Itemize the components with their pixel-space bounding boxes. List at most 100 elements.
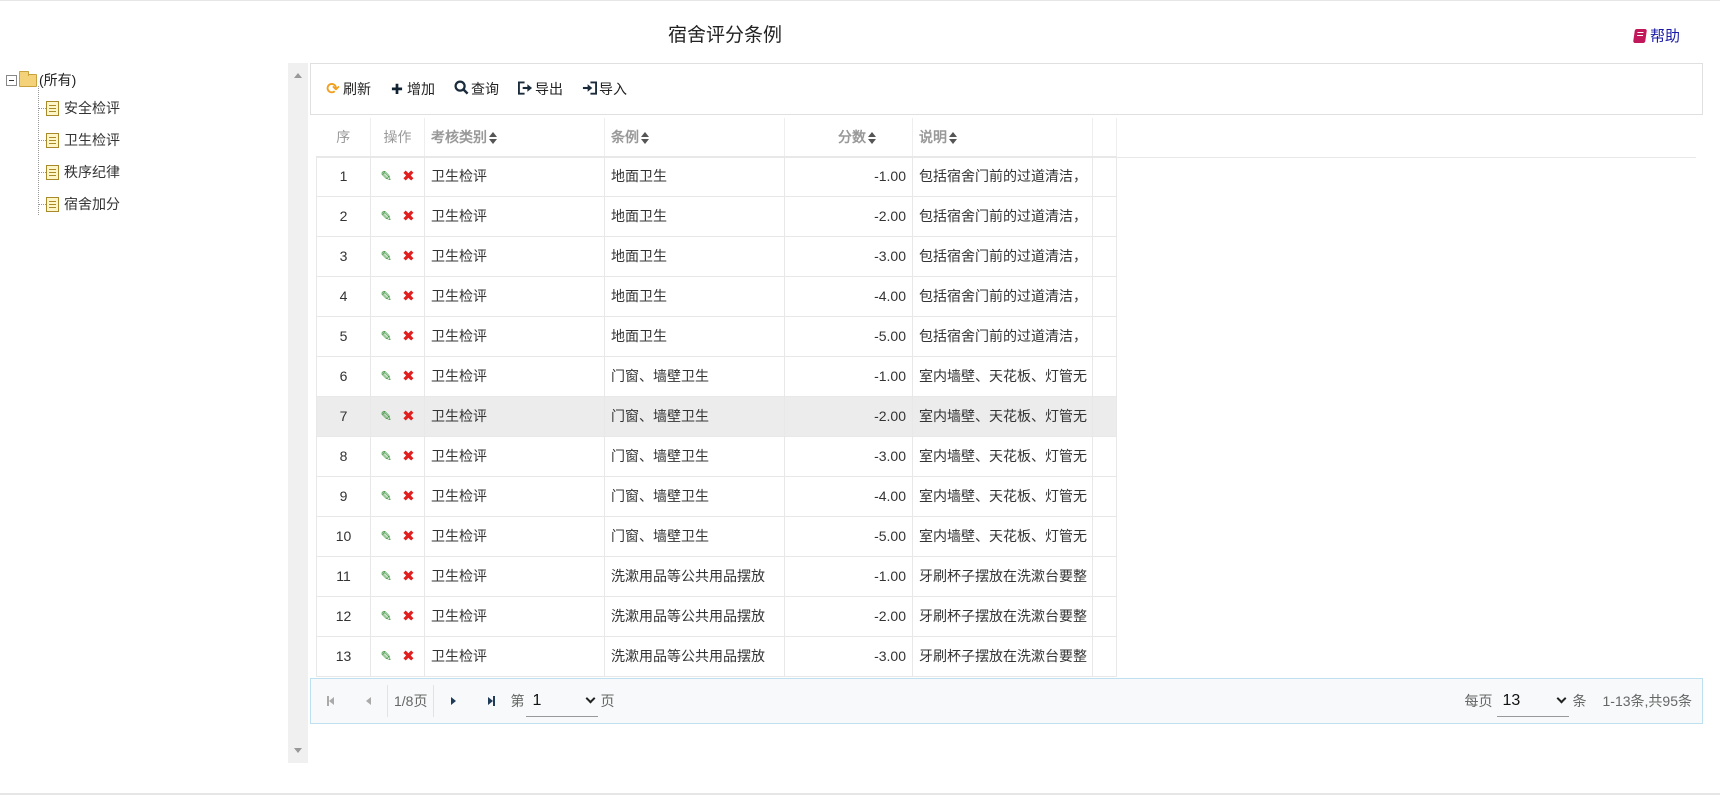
edit-pencil-icon[interactable]: ✎ <box>380 528 392 545</box>
edit-pencil-icon[interactable]: ✎ <box>380 488 392 505</box>
delete-x-icon[interactable]: ✖ <box>402 287 415 305</box>
table-row[interactable]: 13 ✎ ✖ 卫生检评 洗漱用品等公共用品摆放 -3.00 牙刷杯子摆放在洗漱台要整 <box>316 635 1117 677</box>
cell-actions: ✎ ✖ <box>370 515 425 557</box>
edit-pencil-icon[interactable]: ✎ <box>380 408 392 425</box>
cell-rule: 洗漱用品等公共用品摆放 <box>604 635 785 677</box>
tree-item-discipline[interactable]: 秩序纪律 <box>32 156 286 188</box>
tree-item-label: 秩序纪律 <box>64 164 120 180</box>
delete-x-icon[interactable]: ✖ <box>402 207 415 225</box>
tree-item-label: 宿舍加分 <box>64 196 120 212</box>
add-button[interactable]: ✚ 增加 <box>389 79 435 99</box>
scroll-down-arrow-icon[interactable] <box>294 748 302 753</box>
query-button[interactable]: 查询 <box>453 79 499 99</box>
cell-description: 室内墙壁、天花板、灯管无 <box>912 355 1093 397</box>
last-page-button[interactable] <box>472 696 510 706</box>
delete-x-icon[interactable]: ✖ <box>402 447 415 465</box>
chevron-down-icon <box>586 693 596 704</box>
cell-seq: 3 <box>316 235 371 277</box>
chevron-down-icon <box>1556 693 1566 704</box>
search-icon <box>453 80 469 98</box>
cell-category: 卫生检评 <box>424 195 605 237</box>
delete-x-icon[interactable]: ✖ <box>402 567 415 585</box>
add-label: 增加 <box>407 81 435 97</box>
refresh-button[interactable]: ⟳ 刷新 <box>325 79 371 99</box>
collapse-icon[interactable] <box>6 74 17 86</box>
delete-x-icon[interactable]: ✖ <box>402 407 415 425</box>
cell-seq: 6 <box>316 355 371 397</box>
cell-actions: ✎ ✖ <box>370 235 425 277</box>
table-row[interactable]: 8 ✎ ✖ 卫生检评 门窗、墙壁卫生 -3.00 室内墙壁、天花板、灯管无 <box>316 435 1117 477</box>
next-page-button[interactable] <box>434 697 472 705</box>
table-row[interactable]: 1 ✎ ✖ 卫生检评 地面卫生 -1.00 包括宿舍门前的过道清洁， <box>316 155 1117 197</box>
edit-pencil-icon[interactable]: ✎ <box>380 368 392 385</box>
table-row[interactable]: 5 ✎ ✖ 卫生检评 地面卫生 -5.00 包括宿舍门前的过道清洁， <box>316 315 1117 357</box>
delete-x-icon[interactable]: ✖ <box>402 607 415 625</box>
export-button[interactable]: 导出 <box>517 79 563 99</box>
import-button[interactable]: 导入 <box>581 79 627 99</box>
table-row[interactable]: 11 ✎ ✖ 卫生检评 洗漱用品等公共用品摆放 -1.00 牙刷杯子摆放在洗漱台要整 <box>316 555 1117 597</box>
delete-x-icon[interactable]: ✖ <box>402 167 415 185</box>
cell-rule: 门窗、墙壁卫生 <box>604 395 785 437</box>
table-row[interactable]: 2 ✎ ✖ 卫生检评 地面卫生 -2.00 包括宿舍门前的过道清洁， <box>316 195 1117 237</box>
edit-pencil-icon[interactable]: ✎ <box>380 648 392 665</box>
sort-icon <box>489 132 497 145</box>
refresh-label: 刷新 <box>343 81 371 97</box>
col-description[interactable]: 说明 <box>912 118 1093 157</box>
table-row[interactable]: 3 ✎ ✖ 卫生检评 地面卫生 -3.00 包括宿舍门前的过道清洁， <box>316 235 1117 277</box>
cell-filler <box>1092 395 1117 437</box>
edit-pencil-icon[interactable]: ✎ <box>380 168 392 185</box>
query-label: 查询 <box>471 81 499 97</box>
col-score[interactable]: 分数 <box>784 118 913 157</box>
edit-pencil-icon[interactable]: ✎ <box>380 568 392 585</box>
page-select[interactable]: 1 <box>526 685 599 717</box>
toolbar: ⟳ 刷新 ✚ 增加 查询 导出 导入 <box>310 63 1703 115</box>
per-page-select[interactable]: 13 <box>1496 685 1569 717</box>
tree-item-hygiene[interactable]: 卫生检评 <box>32 124 286 156</box>
last-page-icon <box>487 696 495 706</box>
delete-x-icon[interactable]: ✖ <box>402 247 415 265</box>
edit-pencil-icon[interactable]: ✎ <box>380 208 392 225</box>
table-row[interactable]: 4 ✎ ✖ 卫生检评 地面卫生 -4.00 包括宿舍门前的过道清洁， <box>316 275 1117 317</box>
splitter-scrollbar[interactable] <box>288 63 308 763</box>
table-row[interactable]: 6 ✎ ✖ 卫生检评 门窗、墙壁卫生 -1.00 室内墙壁、天花板、灯管无 <box>316 355 1117 397</box>
cell-category: 卫生检评 <box>424 395 605 437</box>
prev-page-button[interactable] <box>349 697 387 705</box>
delete-x-icon[interactable]: ✖ <box>402 647 415 665</box>
cell-score: -1.00 <box>784 155 913 197</box>
col-filler <box>1092 118 1117 157</box>
tree-root-label: (所有) <box>39 72 77 88</box>
col-score-label: 分数 <box>838 128 866 145</box>
col-seq: 序 <box>316 118 371 157</box>
edit-pencil-icon[interactable]: ✎ <box>380 608 392 625</box>
table-row[interactable]: 9 ✎ ✖ 卫生检评 门窗、墙壁卫生 -4.00 室内墙壁、天花板、灯管无 <box>316 475 1117 517</box>
cell-category: 卫生检评 <box>424 275 605 317</box>
cell-rule: 门窗、墙壁卫生 <box>604 435 785 477</box>
table-row[interactable]: 12 ✎ ✖ 卫生检评 洗漱用品等公共用品摆放 -2.00 牙刷杯子摆放在洗漱台要整 <box>316 595 1117 637</box>
delete-x-icon[interactable]: ✖ <box>402 367 415 385</box>
cell-filler <box>1092 275 1117 317</box>
cell-score: -2.00 <box>784 395 913 437</box>
cell-seq: 2 <box>316 195 371 237</box>
edit-pencil-icon[interactable]: ✎ <box>380 448 392 465</box>
document-icon <box>46 132 59 148</box>
tree-item-safety[interactable]: 安全检评 <box>32 92 286 124</box>
table-row[interactable]: 10 ✎ ✖ 卫生检评 门窗、墙壁卫生 -5.00 室内墙壁、天花板、灯管无 <box>316 515 1117 557</box>
edit-pencil-icon[interactable]: ✎ <box>380 328 392 345</box>
cell-seq: 12 <box>316 595 371 637</box>
delete-x-icon[interactable]: ✖ <box>402 327 415 345</box>
scroll-up-arrow-icon[interactable] <box>294 73 302 78</box>
col-category[interactable]: 考核类别 <box>424 118 605 157</box>
table-row[interactable]: 7 ✎ ✖ 卫生检评 门窗、墙壁卫生 -2.00 室内墙壁、天花板、灯管无 <box>316 395 1117 437</box>
first-page-button[interactable] <box>311 696 349 706</box>
cell-filler <box>1092 195 1117 237</box>
tree-item-bonus[interactable]: 宿舍加分 <box>32 188 286 220</box>
delete-x-icon[interactable]: ✖ <box>402 487 415 505</box>
col-rule[interactable]: 条例 <box>604 118 785 157</box>
tree-root[interactable]: (所有) <box>6 68 286 92</box>
edit-pencil-icon[interactable]: ✎ <box>380 288 392 305</box>
table-header-row: 序 操作 考核类别 条例 分数 说明 <box>316 118 1117 157</box>
edit-pencil-icon[interactable]: ✎ <box>380 248 392 265</box>
cell-rule: 洗漱用品等公共用品摆放 <box>604 595 785 637</box>
help-link[interactable]: 帮助 <box>1633 25 1680 46</box>
delete-x-icon[interactable]: ✖ <box>402 527 415 545</box>
